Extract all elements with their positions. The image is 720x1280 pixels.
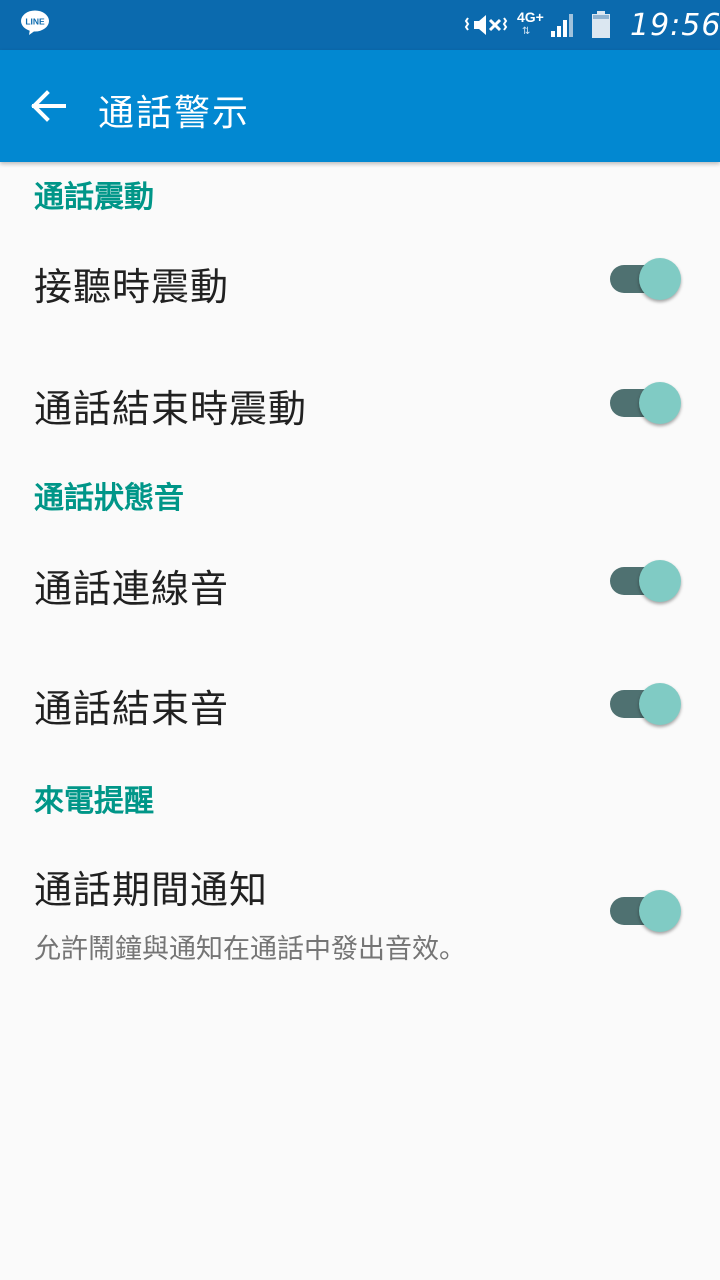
pref-call-end-tone[interactable]: 通話結束音: [0, 650, 720, 750]
network-type-label: 4G+: [517, 9, 544, 25]
switch-thumb: [639, 560, 681, 602]
vibrate-on-call-end-switch[interactable]: [606, 380, 684, 426]
svg-text:LINE: LINE: [25, 17, 45, 27]
call-connect-tone-switch[interactable]: [606, 558, 684, 604]
notifications-during-calls-switch[interactable]: [606, 888, 684, 934]
signal-strength-icon: [551, 14, 573, 37]
section-header-call-status-tones: 通話狀態音: [34, 481, 184, 516]
pref-call-connect-tone[interactable]: 通話連線音: [0, 530, 720, 630]
pref-title: 通話期間通知: [34, 868, 269, 912]
data-activity-icon: ⇅: [522, 26, 531, 37]
vibrate-mute-icon: [464, 15, 508, 35]
arrow-back-icon: [31, 90, 66, 122]
pref-title: 通話結束時震動: [34, 387, 308, 431]
pref-title: 通話結束音: [34, 687, 230, 731]
vibrate-on-answer-switch[interactable]: [606, 256, 684, 302]
switch-thumb: [639, 683, 681, 725]
pref-title: 接聽時震動: [34, 265, 230, 309]
call-end-tone-switch[interactable]: [606, 681, 684, 727]
switch-thumb: [639, 382, 681, 424]
section-header-call-vibration: 通話震動: [34, 180, 154, 215]
page-title: 通話警示: [98, 93, 251, 134]
switch-thumb: [639, 258, 681, 300]
switch-thumb: [639, 890, 681, 932]
battery-icon: [592, 11, 610, 38]
status-clock: 19:56: [630, 8, 720, 43]
pref-notifications-during-calls[interactable]: 通話期間通知 允許鬧鐘與通知在通話中發出音效。: [0, 835, 720, 985]
back-button[interactable]: [26, 82, 74, 130]
line-app-icon: LINE: [21, 10, 49, 35]
section-header-incoming-call-alerts: 來電提醒: [34, 784, 154, 819]
pref-vibrate-on-answer[interactable]: 接聽時震動: [0, 230, 720, 330]
pref-summary: 允許鬧鐘與通知在通話中發出音效。: [34, 934, 466, 965]
pref-title: 通話連線音: [34, 567, 230, 611]
app-bar: 通話警示: [0, 50, 720, 162]
pref-vibrate-on-call-end[interactable]: 通話結束時震動: [0, 350, 720, 450]
status-bar: LINE 4G+ ⇅ 19:56: [0, 0, 720, 50]
